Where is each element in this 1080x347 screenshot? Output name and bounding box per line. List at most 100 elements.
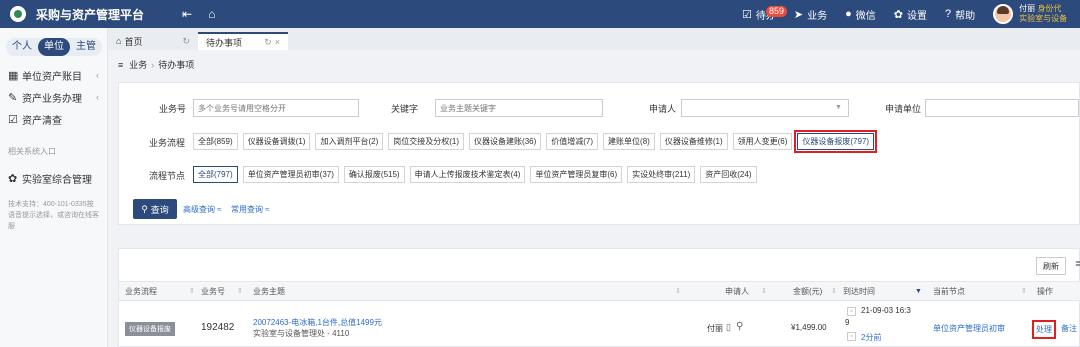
table-row[interactable]: 仪器设备报废 192482 20072463-电冰箱,1台件,总值1499元 实… <box>119 301 1080 347</box>
common-query-link[interactable]: 常用查询 ≈ <box>231 204 270 215</box>
business-no-input[interactable] <box>193 99 359 117</box>
breadcrumb: ≡ 业务 › 待办事项 <box>118 58 194 71</box>
node-chip[interactable]: 单位资产管理员初审(37) <box>242 166 339 183</box>
role-tab-supervisor[interactable]: 主管 <box>70 38 102 56</box>
task-table-panel: 刷新 ≣ 业务流程 ⇕ 业务号 ⇕ 业务主题 ⇕ 申请人 ⇕ 金额(元) ⇕ 到… <box>118 248 1080 347</box>
tab-todo[interactable]: 待办事项 ↻ × <box>198 32 288 50</box>
flow-chip[interactable]: 岗位交接及分权(1) <box>388 133 465 150</box>
business-no-cell: 192482 <box>201 322 235 333</box>
gear-icon: ✿ <box>893 8 903 21</box>
flow-chip[interactable]: 建账单位(8) <box>603 133 655 150</box>
flow-chip[interactable]: 仪器设备建账(36) <box>469 133 542 150</box>
col-header-actions: 操作 <box>1037 287 1053 296</box>
sidebar-item-asset-accounts[interactable]: ▦ 单位资产账目 ‹ <box>0 64 107 86</box>
sidebar-item-asset-business[interactable]: ✎ 资产业务办理 ‹ <box>0 86 107 108</box>
subject-cell: 20072463-电冰箱,1台件,总值1499元 实验室与设备管理处 - 411… <box>253 317 382 339</box>
node-chip[interactable]: 资产回收(24) <box>700 166 757 183</box>
refresh-icon[interactable]: ↻ <box>182 36 190 47</box>
arrive-time-cell-wrap: 9 <box>845 318 850 327</box>
sort-icon[interactable]: ⇕ <box>675 282 681 302</box>
breadcrumb-root[interactable]: 业务 <box>129 58 147 71</box>
node-chip-selected[interactable]: 全部(797) <box>193 166 238 183</box>
col-header-flow[interactable]: 业务流程 <box>125 282 157 302</box>
chevron-down-icon: ▼ <box>835 104 842 111</box>
applicant-select[interactable] <box>681 99 849 117</box>
refresh-button[interactable]: 刷新 <box>1036 257 1066 275</box>
amount-cell: ¥1,499.00 <box>791 323 827 332</box>
col-header-arrive-time[interactable]: 到达时间 <box>843 282 875 302</box>
col-header-applicant[interactable]: 申请人 <box>725 282 749 302</box>
breadcrumb-separator: › <box>151 59 155 70</box>
role-tab-personal[interactable]: 个人 <box>6 38 38 56</box>
table-header: 业务流程 ⇕ 业务号 ⇕ 业务主题 ⇕ 申请人 ⇕ 金额(元) ⇕ 到达时间 ▼… <box>119 281 1080 301</box>
avatar <box>993 4 1014 24</box>
node-chip[interactable]: 确认报废(515) <box>343 166 405 183</box>
settings-label: 设置 <box>906 10 927 22</box>
todo-menu[interactable]: ☑ 待办 859 <box>742 5 788 22</box>
sidebar-item-asset-check[interactable]: ☑ 资产清查 <box>0 108 107 130</box>
node-chip[interactable]: 实设处终审(211) <box>627 166 696 183</box>
phone-icon[interactable]: ▯ <box>726 322 731 333</box>
node-chip[interactable]: 单位资产管理员复审(6) <box>530 166 623 183</box>
close-icon[interactable]: × <box>275 37 280 47</box>
sort-icon[interactable]: ⇕ <box>1021 282 1027 302</box>
sort-icon[interactable]: ⇕ <box>761 282 767 302</box>
menu-icon[interactable]: ≡ <box>118 60 123 70</box>
col-header-business-no[interactable]: 业务号 <box>201 282 225 302</box>
search-icon[interactable]: ⚲ <box>736 321 743 332</box>
flow-chip[interactable]: 仪器设备维修(1) <box>659 133 728 150</box>
wechat-menu[interactable]: ● 微信 <box>845 7 876 22</box>
sidebar-item-label: 资产清查 <box>22 115 62 127</box>
advanced-query-link[interactable]: 高级查询 ≈ <box>183 204 222 215</box>
remark-button[interactable]: 备注 <box>1061 323 1077 334</box>
column-menu-icon[interactable]: ≣ <box>1075 259 1080 268</box>
business-menu[interactable]: ➤ 业务 <box>794 7 827 22</box>
tab-home[interactable]: ⌂ 首页 ↻ <box>108 32 198 50</box>
query-button[interactable]: ⚲ 查询 <box>133 199 177 219</box>
apply-unit-label: 申请单位 <box>885 104 922 114</box>
todo-count-badge: 859 <box>766 5 788 17</box>
user-org: 实验室与设备 <box>1019 14 1068 23</box>
check-icon: ☑ <box>8 113 18 126</box>
sort-desc-icon[interactable]: ▼ <box>915 282 922 302</box>
flow-chip[interactable]: 全部(859) <box>193 133 238 150</box>
sort-icon[interactable]: ⇕ <box>831 282 837 302</box>
settings-menu[interactable]: ✿ 设置 <box>894 7 927 22</box>
home-icon[interactable]: ⌂ <box>208 7 215 21</box>
process-button[interactable]: 处理 <box>1032 320 1056 339</box>
col-header-current-node[interactable]: 当前节点 <box>933 282 965 302</box>
col-header-amount[interactable]: 金额(元) <box>793 282 822 302</box>
breadcrumb-current: 待办事项 <box>158 60 195 70</box>
refresh-icon[interactable]: ↻ <box>264 37 272 48</box>
support-note: 技术支持：400-101-0335按语音提示选择，或咨询在线客服 <box>8 201 99 230</box>
calendar-icon: ▫ <box>847 307 856 316</box>
keyword-input[interactable] <box>435 99 603 117</box>
apply-unit-input[interactable] <box>925 99 1079 117</box>
home-icon: ⌂ <box>116 36 122 46</box>
flow-chip[interactable]: 价值增减(7) <box>546 133 599 150</box>
flow-chip[interactable]: 加入调剂平台(2) <box>315 133 384 150</box>
sort-icon[interactable]: ⇕ <box>237 282 243 302</box>
sidebar-item-label: 单位资产账目 <box>22 71 82 83</box>
business-label: 业务 <box>807 10 828 22</box>
flow-chip[interactable]: 仪器设备调拨(1) <box>242 133 311 150</box>
flow-chip[interactable]: 领用人变更(6) <box>732 133 793 150</box>
sidebar-item-lab-system[interactable]: ✿ 实验室综合管理 <box>0 167 107 189</box>
role-tab-unit[interactable]: 单位 <box>38 38 70 56</box>
sidebar-item-label: 实验室综合管理 <box>22 174 92 186</box>
query-button-label: 查询 <box>150 204 169 215</box>
sidebar: 个人 单位 主管 ▦ 单位资产账目 ‹ ✎ 资产业务办理 ‹ ☑ 资产清查 相关… <box>0 28 108 347</box>
logo-icon <box>10 6 26 22</box>
node-chip[interactable]: 申请人上传报废技术鉴定表(4) <box>409 166 526 183</box>
subject-title-link[interactable]: 20072463-电冰箱,1台件,总值1499元 <box>253 317 382 328</box>
flow-chip-selected[interactable]: 仪器设备报废(797) <box>794 130 878 153</box>
help-label: 帮助 <box>955 10 976 22</box>
related-systems-title: 相关系统入口 <box>8 147 56 156</box>
sort-icon[interactable]: ⇕ <box>189 282 195 302</box>
subject-detail: 实验室与设备管理处 - 4110 <box>253 329 350 338</box>
help-menu[interactable]: ? 帮助 <box>945 7 975 22</box>
collapse-icon[interactable]: ⇤ <box>182 7 192 21</box>
current-node-link[interactable]: 单位资产管理员初审 <box>933 323 1005 334</box>
col-header-subject[interactable]: 业务主题 <box>253 282 285 302</box>
user-menu[interactable]: 付丽 身份代 实验室与设备 <box>993 4 1067 24</box>
